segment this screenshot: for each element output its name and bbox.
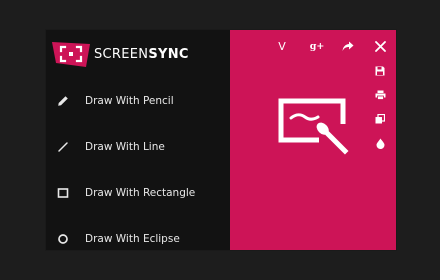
menu-item-label: Draw With Eclipse <box>85 233 180 245</box>
vimeo-icon: V <box>278 39 286 53</box>
menu-item-rectangle[interactable]: Draw With Rectangle <box>46 170 230 216</box>
share-button[interactable] <box>340 38 356 54</box>
drawing-canvas[interactable]: V g+ <box>230 30 396 250</box>
menu-item-label: Draw With Pencil <box>85 95 174 107</box>
screensync-window: SCREENSYNC Draw With Pencil Draw With Li… <box>46 30 396 250</box>
save-icon <box>375 66 385 76</box>
app-logo: SCREENSYNC <box>52 40 189 68</box>
line-icon <box>56 140 70 154</box>
menu-item-pencil[interactable]: Draw With Pencil <box>46 78 230 124</box>
ellipse-icon <box>56 232 70 246</box>
rectangle-icon <box>56 186 70 200</box>
pencil-icon <box>56 94 70 108</box>
app-name-bold: SYNC <box>148 46 189 62</box>
copy-button[interactable] <box>373 112 387 126</box>
tool-menu: SCREENSYNC Draw With Pencil Draw With Li… <box>46 30 230 250</box>
google-plus-icon: g+ <box>309 40 325 52</box>
menu-item-label: Draw With Line <box>85 141 165 153</box>
color-drop-icon <box>376 138 384 149</box>
menu-item-line[interactable]: Draw With Line <box>46 124 230 170</box>
save-button[interactable] <box>373 64 387 78</box>
print-button[interactable] <box>373 88 387 102</box>
share-icon <box>342 41 354 51</box>
close-button[interactable] <box>372 38 388 54</box>
app-name-light: SCREEN <box>94 46 149 62</box>
draw-on-screen-icon <box>278 98 354 164</box>
app-name: SCREENSYNC <box>94 47 189 62</box>
close-icon <box>374 40 386 52</box>
google-plus-button[interactable]: g+ <box>308 38 326 54</box>
print-icon <box>375 90 385 100</box>
menu-item-ellipse[interactable]: Draw With Eclipse <box>46 216 230 262</box>
tool-list: Draw With Pencil Draw With Line Draw Wit… <box>46 78 230 262</box>
menu-item-label: Draw With Rectangle <box>85 187 196 199</box>
color-button[interactable] <box>373 136 387 150</box>
copy-icon <box>375 114 385 124</box>
vimeo-button[interactable]: V <box>274 38 290 54</box>
screensync-logo-icon <box>52 40 92 68</box>
